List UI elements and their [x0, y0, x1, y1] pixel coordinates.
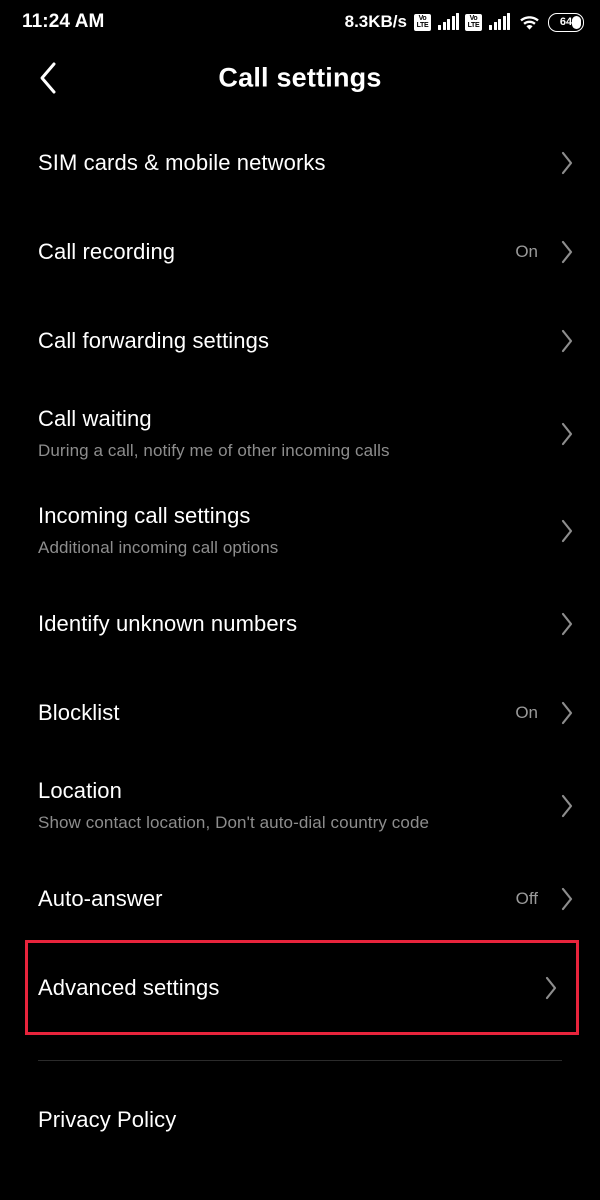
chevron-right-icon — [556, 887, 578, 911]
chevron-right-icon — [556, 329, 578, 353]
status-bar: 11:24 AM 8.3KB/s Vo LTE Vo LTE 64 — [0, 0, 600, 44]
list-item-subtitle: During a call, notify me of other incomi… — [38, 440, 390, 460]
list-item-sim-cards-mobile-networks[interactable]: SIM cards & mobile networks — [0, 118, 600, 207]
phone-screen: 11:24 AM 8.3KB/s Vo LTE Vo LTE 64 Call s… — [0, 0, 600, 1200]
chevron-right-icon — [556, 422, 578, 446]
list-item-advanced-settings[interactable]: Advanced settings — [25, 940, 579, 1035]
list-item-call-recording[interactable]: Call recording On — [0, 207, 600, 296]
chevron-right-icon — [556, 151, 578, 175]
volte-label-top-2: Vo — [469, 15, 478, 22]
chevron-right-icon — [556, 612, 578, 636]
status-icons: 8.3KB/s Vo LTE Vo LTE 64 — [345, 12, 584, 32]
app-header: Call settings — [0, 44, 600, 112]
list-item-value: On — [515, 241, 538, 261]
network-speed-text: 8.3KB/s — [344, 12, 407, 31]
list-item-title: Incoming call settings — [38, 503, 251, 529]
list-item-title: Call recording — [38, 238, 176, 264]
list-item-title: Location — [38, 778, 122, 804]
battery-fill — [572, 15, 581, 29]
list-item-title: SIM cards & mobile networks — [38, 149, 326, 175]
list-item-blocklist[interactable]: Blocklist On — [0, 668, 600, 757]
status-time: 11:24 AM — [22, 11, 105, 32]
battery-level-text: 64 — [559, 16, 573, 28]
list-item-incoming-call-settings[interactable]: Incoming call settings Additional incomi… — [0, 482, 600, 579]
battery-icon: 64 — [548, 12, 584, 32]
list-item-title: Advanced settings — [38, 974, 220, 1000]
volte-icon-sim2: Vo LTE — [465, 13, 482, 31]
chevron-right-icon — [556, 701, 578, 725]
privacy-policy-link[interactable]: Privacy Policy — [38, 1107, 562, 1133]
list-item-title: Call waiting — [38, 406, 152, 432]
list-item-call-waiting[interactable]: Call waiting During a call, notify me of… — [0, 385, 600, 482]
volte-icon-sim1: Vo LTE — [414, 13, 431, 31]
list-item-title: Auto-answer — [38, 885, 163, 911]
chevron-right-icon — [540, 976, 562, 1000]
list-item-value: On — [515, 702, 538, 722]
chevron-right-icon — [556, 794, 578, 818]
highlight-annotation: Advanced settings — [25, 940, 579, 1035]
volte-label-bottom-2: LTE — [467, 22, 480, 29]
settings-list: SIM cards & mobile networks Call recordi… — [0, 112, 600, 1133]
chevron-right-icon — [556, 519, 578, 543]
list-item-auto-answer[interactable]: Auto-answer Off — [0, 854, 600, 943]
list-item-subtitle: Show contact location, Don't auto-dial c… — [38, 812, 430, 832]
list-item-call-forwarding-settings[interactable]: Call forwarding settings — [0, 296, 600, 385]
signal-bars-icon-sim1 — [438, 13, 459, 30]
page-title: Call settings — [218, 62, 382, 93]
footer-section: Privacy Policy — [0, 1061, 600, 1133]
list-item-title: Identify unknown numbers — [38, 610, 298, 636]
volte-label-top: Vo — [418, 15, 427, 22]
list-item-identify-unknown-numbers[interactable]: Identify unknown numbers — [0, 579, 600, 668]
wifi-icon — [519, 14, 540, 30]
list-item-title: Call forwarding settings — [38, 327, 270, 353]
list-item-title: Blocklist — [38, 699, 120, 725]
list-item-location[interactable]: Location Show contact location, Don't au… — [0, 757, 600, 854]
list-item-value: Off — [515, 888, 538, 908]
chevron-right-icon — [556, 240, 578, 264]
list-item-subtitle: Additional incoming call options — [38, 537, 279, 557]
volte-label-bottom: LTE — [416, 22, 429, 29]
signal-bars-icon-sim2 — [489, 13, 510, 30]
